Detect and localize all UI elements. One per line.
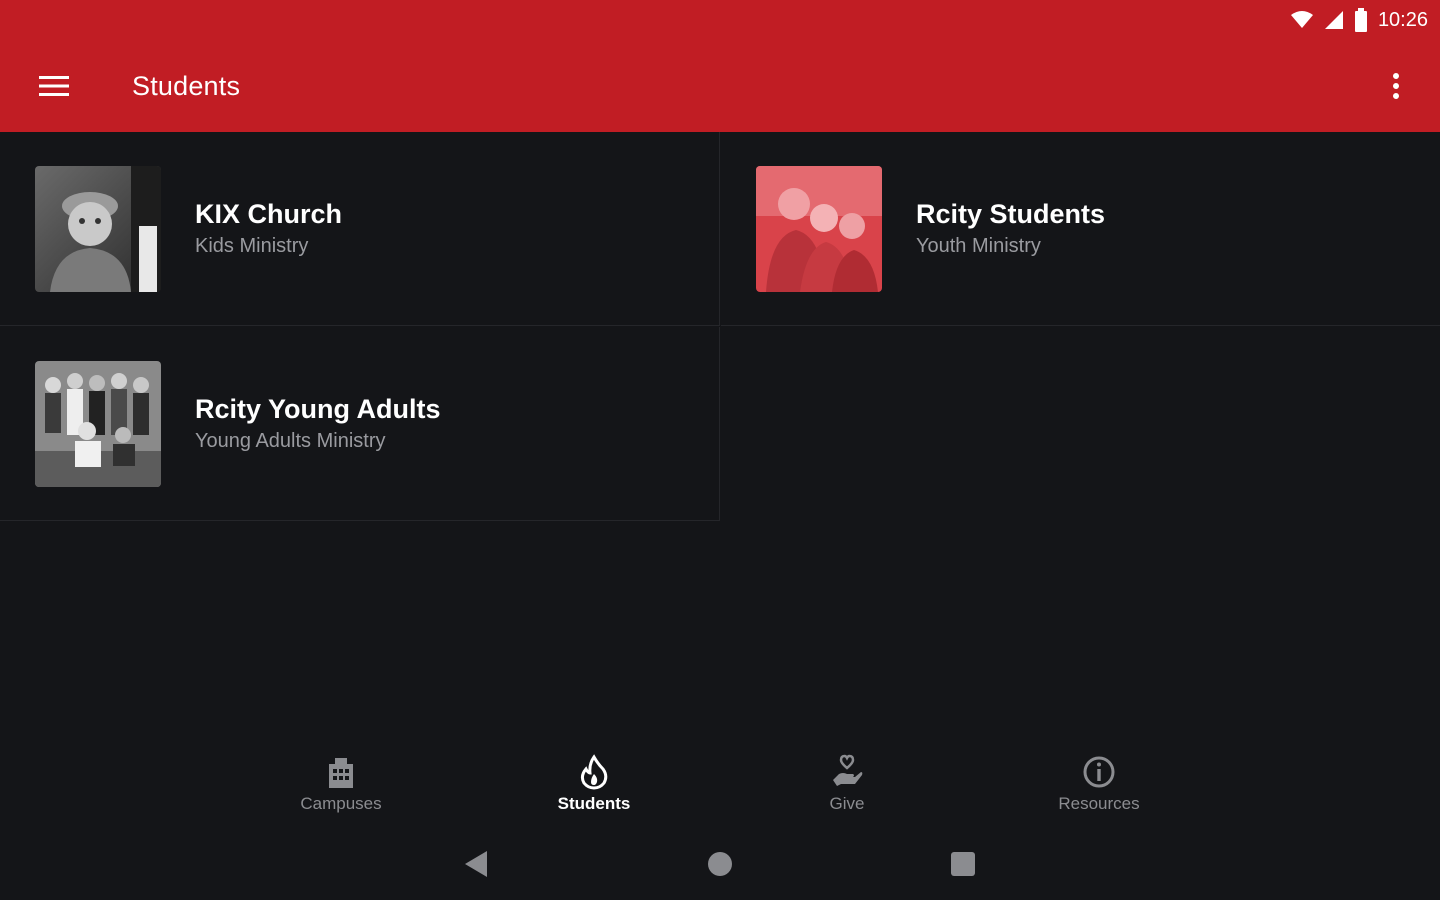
ministry-subtitle: Young Adults Ministry [195,429,386,452]
app-bar: 10:26 Students [0,0,1440,132]
toolbar: Students [0,50,1440,122]
ministry-thumbnail [756,165,882,292]
ministry-thumbnail [35,165,161,292]
battery-icon [1354,8,1368,32]
ministry-thumbnail [35,360,161,487]
system-home-button[interactable] [700,848,740,880]
ministry-card-kix-church[interactable]: KIX Church Kids Ministry [0,132,720,326]
ministry-subtitle: Kids Ministry [195,234,309,257]
system-back-button[interactable] [456,848,496,880]
more-vert-icon [1393,73,1399,99]
hamburger-menu-icon [39,76,69,96]
hand-heart-icon [833,754,863,786]
back-icon [465,851,487,877]
nav-label: Resources [1058,794,1140,813]
bottom-navigation: Campuses Students Give Resources [0,748,1440,828]
building-icon [329,758,353,788]
nav-item-campuses[interactable]: Campuses [241,754,441,824]
wifi-icon [1290,10,1314,30]
nav-label: Students [557,794,631,813]
ministry-title: KIX Church [195,198,343,229]
overflow-menu-button[interactable] [1378,60,1414,112]
ministry-subtitle: Youth Ministry [916,234,1041,257]
page-title: Students [132,70,241,101]
info-icon [1083,756,1115,788]
nav-item-give[interactable]: Give [747,754,947,824]
home-icon [708,852,732,876]
nav-item-students[interactable]: Students [494,754,694,824]
ministry-card-rcity-students[interactable]: Rcity Students Youth Ministry [721,132,1440,326]
menu-button[interactable] [28,60,80,112]
ministry-title: Rcity Young Adults [195,393,441,424]
nav-label: Give [829,794,865,813]
recents-icon [951,852,975,876]
system-recents-button[interactable] [943,848,983,880]
nav-item-resources[interactable]: Resources [999,754,1199,824]
ministry-title: Rcity Students [916,198,1106,229]
flame-icon [580,754,608,790]
system-navigation-bar [0,836,1440,892]
nav-label: Campuses [300,794,382,813]
signal-icon [1324,10,1344,30]
status-bar: 10:26 [1290,6,1428,34]
status-time: 10:26 [1377,8,1428,31]
ministry-card-rcity-young-adults[interactable]: Rcity Young Adults Young Adults Ministry [0,327,720,521]
